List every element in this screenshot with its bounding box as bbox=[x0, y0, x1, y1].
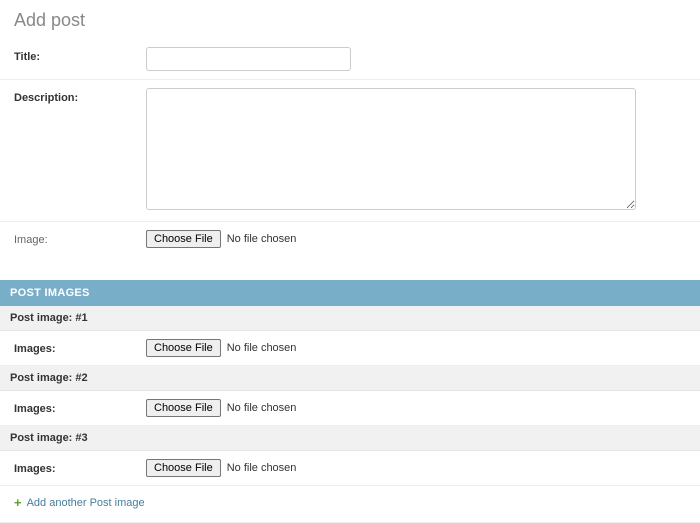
inline-item-3-file-status: No file chosen bbox=[227, 462, 297, 474]
description-textarea[interactable] bbox=[146, 88, 636, 210]
inline-item-2-choose-file-button[interactable]: Choose File bbox=[146, 399, 221, 417]
add-another-label: Add another Post image bbox=[27, 497, 145, 509]
inline-item-1-row: Images: Choose File No file chosen bbox=[0, 331, 700, 366]
image-file-status: No file chosen bbox=[227, 233, 297, 245]
image-file-widget: Choose File No file chosen bbox=[146, 230, 296, 248]
inline-item-3-row: Images: Choose File No file chosen bbox=[0, 451, 700, 486]
field-row-image: Image: Choose File No file chosen bbox=[0, 222, 700, 256]
inline-item-2-file-status: No file chosen bbox=[227, 402, 297, 414]
description-label: Description: bbox=[14, 88, 146, 104]
add-another-row: + Add another Post image bbox=[0, 486, 700, 523]
inline-item-3-label: Images: bbox=[14, 459, 146, 475]
inline-subheader-2: Post image: #2 bbox=[0, 366, 700, 391]
field-row-title: Title: bbox=[0, 39, 700, 80]
inline-heading: POST IMAGES bbox=[0, 280, 700, 306]
add-another-link[interactable]: + Add another Post image bbox=[14, 496, 145, 509]
image-choose-file-button[interactable]: Choose File bbox=[146, 230, 221, 248]
inline-item-2-label: Images: bbox=[14, 399, 146, 415]
plus-icon: + bbox=[14, 496, 22, 509]
inline-item-1-label: Images: bbox=[14, 339, 146, 355]
title-label: Title: bbox=[14, 47, 146, 63]
inline-item-2-row: Images: Choose File No file chosen bbox=[0, 391, 700, 426]
inline-item-3-file-widget: Choose File No file chosen bbox=[146, 459, 296, 477]
inline-item-1-file-widget: Choose File No file chosen bbox=[146, 339, 296, 357]
inline-item-2-file-widget: Choose File No file chosen bbox=[146, 399, 296, 417]
inline-subheader-1: Post image: #1 bbox=[0, 306, 700, 331]
inline-item-3-choose-file-button[interactable]: Choose File bbox=[146, 459, 221, 477]
field-row-description: Description: bbox=[0, 80, 700, 222]
inline-subheader-3: Post image: #3 bbox=[0, 426, 700, 451]
inline-item-1-choose-file-button[interactable]: Choose File bbox=[146, 339, 221, 357]
title-input[interactable] bbox=[146, 47, 351, 71]
image-label: Image: bbox=[14, 230, 146, 246]
page-title: Add post bbox=[0, 0, 700, 39]
inline-item-1-file-status: No file chosen bbox=[227, 342, 297, 354]
